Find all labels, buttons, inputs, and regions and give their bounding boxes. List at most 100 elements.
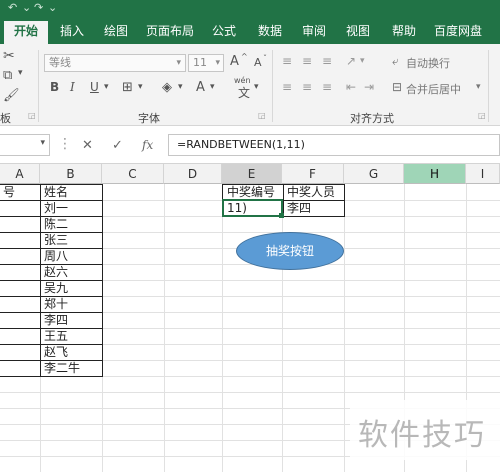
table-line (0, 248, 103, 249)
ribbon: ✂ ⧉ ▾ 🖌 板 ◲ 等线 ▾ 11 ▾ A ^ A ˇ B I U ▾ ⊞ … (0, 44, 500, 126)
watermark: 软件技巧 (350, 400, 500, 460)
column-header-e[interactable]: E (222, 164, 282, 184)
cell-b6[interactable]: 赵六 (41, 264, 68, 281)
undo-icon[interactable]: ↶ (8, 1, 17, 14)
column-header-b[interactable]: B (40, 164, 102, 184)
alignment-launcher-icon[interactable]: ◲ (478, 111, 486, 120)
cell-b1[interactable]: 姓名 (41, 184, 68, 201)
chevron-down-icon: ▾ (215, 58, 220, 68)
formula-input[interactable]: =RANDBETWEEN(1,11) (168, 134, 500, 156)
column-header-c[interactable]: C (102, 164, 164, 184)
tab-insert[interactable]: 插入 (52, 21, 92, 44)
align-right-icon[interactable]: ≡ (322, 80, 332, 94)
font-launcher-icon[interactable]: ◲ (258, 111, 266, 120)
table-line (0, 296, 103, 297)
cell-e2[interactable]: 11) (224, 200, 247, 217)
cell-b3[interactable]: 陈二 (41, 216, 68, 233)
align-center-icon[interactable]: ≡ (302, 80, 312, 94)
font-name-combo[interactable]: 等线 ▾ (44, 54, 186, 72)
undo-dropdown-icon[interactable]: ⌄ (22, 1, 31, 14)
ribbon-tabs: 开始 插入 绘图 页面布局 公式 数据 审阅 视图 帮助 百度网盘 (0, 16, 500, 44)
cell-b8[interactable]: 郑十 (41, 296, 68, 313)
lottery-button[interactable]: 抽奖按钮 (236, 232, 344, 270)
tab-draw[interactable]: 绘图 (96, 21, 136, 44)
down-arrow-icon: ˇ (263, 54, 267, 63)
increase-indent-icon[interactable]: ⇥ (364, 80, 374, 94)
format-painter-icon[interactable]: 🖌 (3, 88, 20, 103)
redo-icon[interactable]: ↷ (34, 1, 43, 14)
column-header-d[interactable]: D (164, 164, 222, 184)
underline-button[interactable]: U (90, 80, 99, 94)
table-line (0, 312, 103, 313)
formula-options-icon[interactable]: ⋮ (58, 136, 72, 152)
wrap-text-icon: ⤶ (392, 54, 399, 68)
chevron-down-icon: ▾ (40, 138, 45, 148)
cell-b12[interactable]: 李二牛 (41, 360, 80, 377)
tab-review[interactable]: 审阅 (294, 21, 334, 44)
orientation-icon[interactable]: ↗ (346, 54, 356, 68)
font-group-label: 字体 (138, 112, 160, 125)
align-bottom-icon[interactable]: ≡ (322, 54, 332, 68)
cell-f1[interactable]: 中奖人员 (284, 184, 335, 201)
align-top-icon[interactable]: ≡ (282, 54, 292, 68)
borders-dropdown-icon[interactable]: ▾ (138, 82, 143, 92)
tab-view[interactable]: 视图 (338, 21, 378, 44)
cell-b7[interactable]: 吴九 (41, 280, 68, 297)
cell-a1[interactable]: 号 (0, 184, 15, 201)
orientation-dropdown-icon[interactable]: ▾ (360, 56, 365, 66)
table-line (0, 360, 103, 361)
redo-dropdown-icon[interactable]: ⌄ (48, 1, 57, 14)
font-size-value: 11 (193, 56, 207, 69)
align-left-icon[interactable]: ≡ (282, 80, 292, 94)
cancel-icon[interactable]: ✕ (82, 138, 93, 153)
formula-bar: ▾ ⋮ ✕ ✓ fx =RANDBETWEEN(1,11) (0, 126, 500, 164)
tab-baidu-netdisk[interactable]: 百度网盘 (428, 21, 488, 44)
alignment-group-label: 对齐方式 (350, 112, 394, 125)
font-color-button[interactable]: A (196, 80, 205, 95)
wrap-text-button[interactable]: 自动换行 (406, 55, 450, 71)
phonetic-dropdown-icon[interactable]: ▾ (254, 82, 259, 92)
cell-b10[interactable]: 王五 (41, 328, 68, 345)
column-header-a[interactable]: A (0, 164, 40, 184)
cell-f2[interactable]: 李四 (284, 200, 311, 217)
insert-function-icon[interactable]: fx (142, 138, 153, 152)
cell-b5[interactable]: 周八 (41, 248, 68, 265)
merge-center-icon: ⊟ (392, 80, 403, 94)
cell-b4[interactable]: 张三 (41, 232, 68, 249)
confirm-icon[interactable]: ✓ (112, 138, 123, 153)
copy-dropdown-icon[interactable]: ▾ (18, 68, 23, 78)
font-color-dropdown-icon[interactable]: ▾ (210, 82, 215, 92)
bold-button[interactable]: B (50, 80, 59, 94)
tab-home[interactable]: 开始 (4, 21, 48, 44)
tab-help[interactable]: 帮助 (384, 21, 424, 44)
shrink-font-button[interactable]: A (254, 56, 262, 69)
column-header-h[interactable]: H (404, 164, 466, 184)
worksheet-grid[interactable]: A B C D E F G H I 号 姓名 刘一 陈二 张三 周八 赵六 吴九… (0, 164, 500, 472)
borders-icon[interactable]: ⊞ (122, 80, 133, 95)
cell-b2[interactable]: 刘一 (41, 200, 68, 217)
fill-color-icon[interactable]: ◈ (162, 80, 172, 95)
decrease-indent-icon[interactable]: ⇤ (346, 80, 356, 94)
table-line (0, 328, 103, 329)
tab-data[interactable]: 数据 (250, 21, 290, 44)
cell-b11[interactable]: 赵飞 (41, 344, 68, 361)
tab-formulas[interactable]: 公式 (204, 21, 244, 44)
cell-b9[interactable]: 李四 (41, 312, 68, 329)
column-header-f[interactable]: F (282, 164, 344, 184)
column-header-i[interactable]: I (466, 164, 500, 184)
name-box[interactable]: ▾ (0, 134, 50, 156)
clipboard-launcher-icon[interactable]: ◲ (28, 111, 36, 120)
merge-center-button[interactable]: 合并后居中 (406, 81, 461, 97)
grow-font-button[interactable]: A (230, 54, 239, 69)
merge-dropdown-icon[interactable]: ▾ (476, 82, 481, 92)
fill-color-dropdown-icon[interactable]: ▾ (178, 82, 183, 92)
table-line (0, 280, 103, 281)
underline-dropdown-icon[interactable]: ▾ (104, 82, 109, 92)
cut-icon[interactable]: ✂ (3, 48, 15, 64)
italic-button[interactable]: I (70, 80, 75, 94)
tab-page-layout[interactable]: 页面布局 (140, 21, 200, 44)
font-size-combo[interactable]: 11 ▾ (188, 54, 224, 72)
column-header-g[interactable]: G (344, 164, 404, 184)
align-middle-icon[interactable]: ≡ (302, 54, 312, 68)
copy-icon[interactable]: ⧉ (3, 68, 12, 83)
